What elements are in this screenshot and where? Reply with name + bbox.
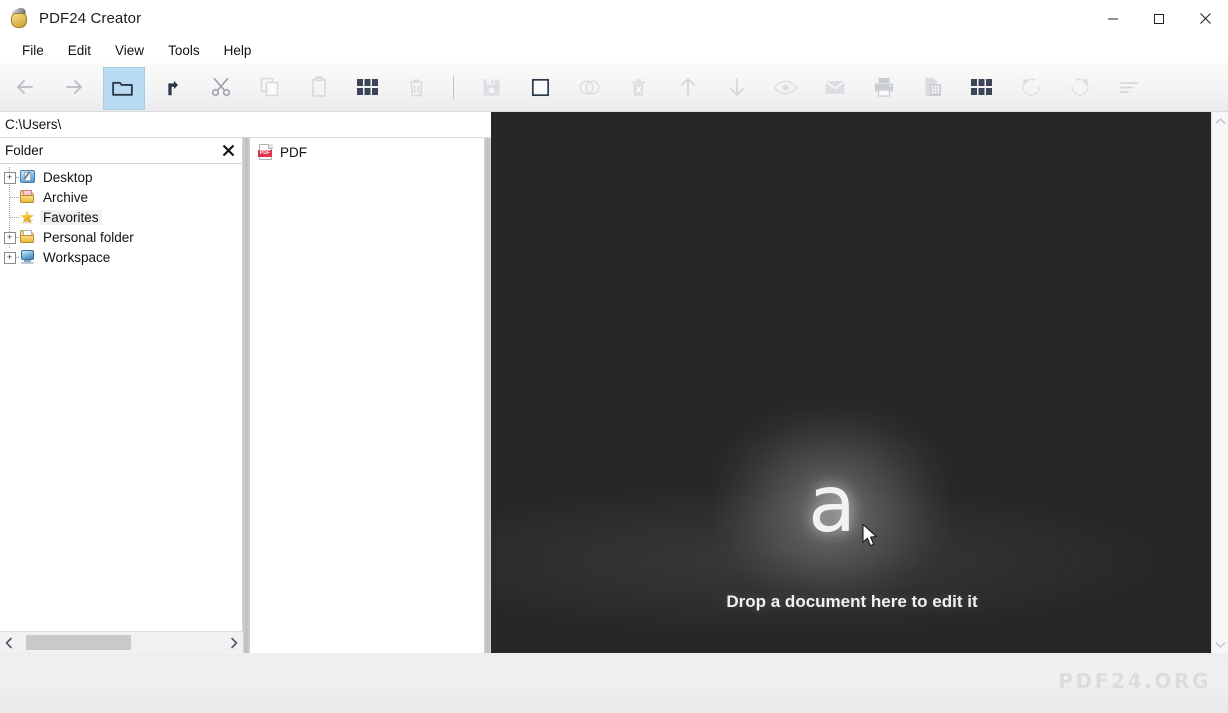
tree-item-label: Desktop <box>43 169 93 185</box>
pdf24-bag-icon <box>8 6 30 30</box>
maximize-button[interactable] <box>1136 0 1182 37</box>
close-button[interactable] <box>1182 0 1228 37</box>
sort-button[interactable] <box>1104 63 1153 112</box>
folder-tree-panel: Folder + Desktop Archive Favorites + Per… <box>0 138 243 654</box>
expand-placeholder <box>3 191 16 204</box>
tree-item-personal-folder[interactable]: + Personal folder <box>0 227 242 247</box>
toolbar-separator <box>453 72 454 102</box>
save-button[interactable] <box>467 63 516 112</box>
menu-bar: File Edit View Tools Help <box>0 37 1228 63</box>
forward-button[interactable] <box>49 63 98 112</box>
menu-item-help[interactable]: Help <box>212 40 264 61</box>
tree-horizontal-scrollbar[interactable] <box>0 631 243 654</box>
copy-button[interactable] <box>245 63 294 112</box>
window-controls <box>1090 0 1228 37</box>
star-icon <box>19 209 36 225</box>
tree-item-archive[interactable]: Archive <box>0 187 242 207</box>
up-button[interactable] <box>147 63 196 112</box>
move-up-button[interactable] <box>663 63 712 112</box>
mouse-pointer-icon <box>862 523 879 554</box>
menu-item-tools[interactable]: Tools <box>156 40 212 61</box>
rotate-right-button[interactable] <box>1055 63 1104 112</box>
scroll-up-arrow[interactable] <box>1212 112 1228 129</box>
desktop-icon <box>19 169 36 185</box>
minimize-button[interactable] <box>1090 0 1136 37</box>
menu-item-file[interactable]: File <box>10 40 56 61</box>
tree-item-workspace[interactable]: + Workspace <box>0 247 242 267</box>
tree-item-label: Workspace <box>43 249 111 265</box>
expand-icon[interactable]: + <box>3 251 16 264</box>
expand-icon[interactable]: + <box>3 171 16 184</box>
pdf-file-icon: PDF <box>258 143 274 161</box>
folder-button[interactable] <box>98 63 147 112</box>
window-title: PDF24 Creator <box>39 10 142 27</box>
folder-panel-header: Folder <box>0 138 242 164</box>
preview-button[interactable] <box>761 63 810 112</box>
tree-item-desktop[interactable]: + Desktop <box>0 167 242 187</box>
menu-item-edit[interactable]: Edit <box>56 40 103 61</box>
status-bar: PDF24.ORG <box>0 653 1228 713</box>
scroll-down-arrow[interactable] <box>1212 636 1228 653</box>
delete-button[interactable] <box>392 63 441 112</box>
merge-button[interactable] <box>565 63 614 112</box>
paste-button[interactable] <box>294 63 343 112</box>
drop-area-glow: a Drop a document here to edit it <box>491 112 1211 653</box>
rotate-left-button[interactable] <box>1006 63 1055 112</box>
tree-item-label: Archive <box>43 189 89 205</box>
cut-button[interactable] <box>196 63 245 112</box>
select-button[interactable] <box>516 63 565 112</box>
pages-grid-button[interactable] <box>957 63 1006 112</box>
title-bar: PDF24 Creator <box>0 0 1228 37</box>
pdf-badge: PDF <box>258 149 272 157</box>
tree-item-favorites[interactable]: Favorites <box>0 207 242 227</box>
splitter-tree-files[interactable] <box>243 138 250 653</box>
file-list-panel: PDF PDF <box>250 138 490 653</box>
email-button[interactable] <box>810 63 859 112</box>
expand-placeholder <box>3 211 16 224</box>
pdf24-creator-window: PDF24 Creator File Edit View Tools Help <box>0 0 1228 713</box>
menu-item-view[interactable]: View <box>103 40 156 61</box>
pdf24-watermark: PDF24.ORG <box>1058 669 1211 693</box>
tree-item-label: Favorites <box>40 209 102 225</box>
grid-button[interactable] <box>343 63 392 112</box>
file-name: PDF <box>280 144 307 160</box>
folder-doc-icon <box>19 229 36 245</box>
expand-icon[interactable]: + <box>3 231 16 244</box>
folder-tree: + Desktop Archive Favorites + Personal f… <box>0 164 242 638</box>
document-drop-area[interactable]: a Drop a document here to edit it <box>491 112 1211 653</box>
folder-panel-title: Folder <box>5 143 44 158</box>
drop-instruction-text: Drop a document here to edit it <box>726 592 978 611</box>
computer-icon <box>19 249 36 265</box>
path-bar[interactable]: C:\Users\ <box>0 112 490 138</box>
scroll-right-arrow[interactable] <box>225 632 243 654</box>
folder-pink-doc-icon <box>19 189 36 205</box>
viewer-vertical-scrollbar[interactable] <box>1211 112 1228 653</box>
scroll-left-arrow[interactable] <box>0 632 18 654</box>
path-value: C:\Users\ <box>5 117 62 132</box>
tree-item-label: Personal folder <box>43 229 134 245</box>
print-button[interactable] <box>859 63 908 112</box>
main-toolbar <box>0 63 1228 112</box>
back-button[interactable] <box>0 63 49 112</box>
pdf24-a-logo: a <box>808 460 856 550</box>
scroll-track[interactable] <box>18 631 225 654</box>
list-item[interactable]: PDF PDF <box>250 141 489 163</box>
splitter-files-viewer[interactable] <box>484 138 491 653</box>
scroll-thumb[interactable] <box>26 634 131 650</box>
move-down-button[interactable] <box>712 63 761 112</box>
fax-button[interactable] <box>908 63 957 112</box>
delete-page-button[interactable] <box>614 63 663 112</box>
close-icon[interactable] <box>220 143 236 159</box>
